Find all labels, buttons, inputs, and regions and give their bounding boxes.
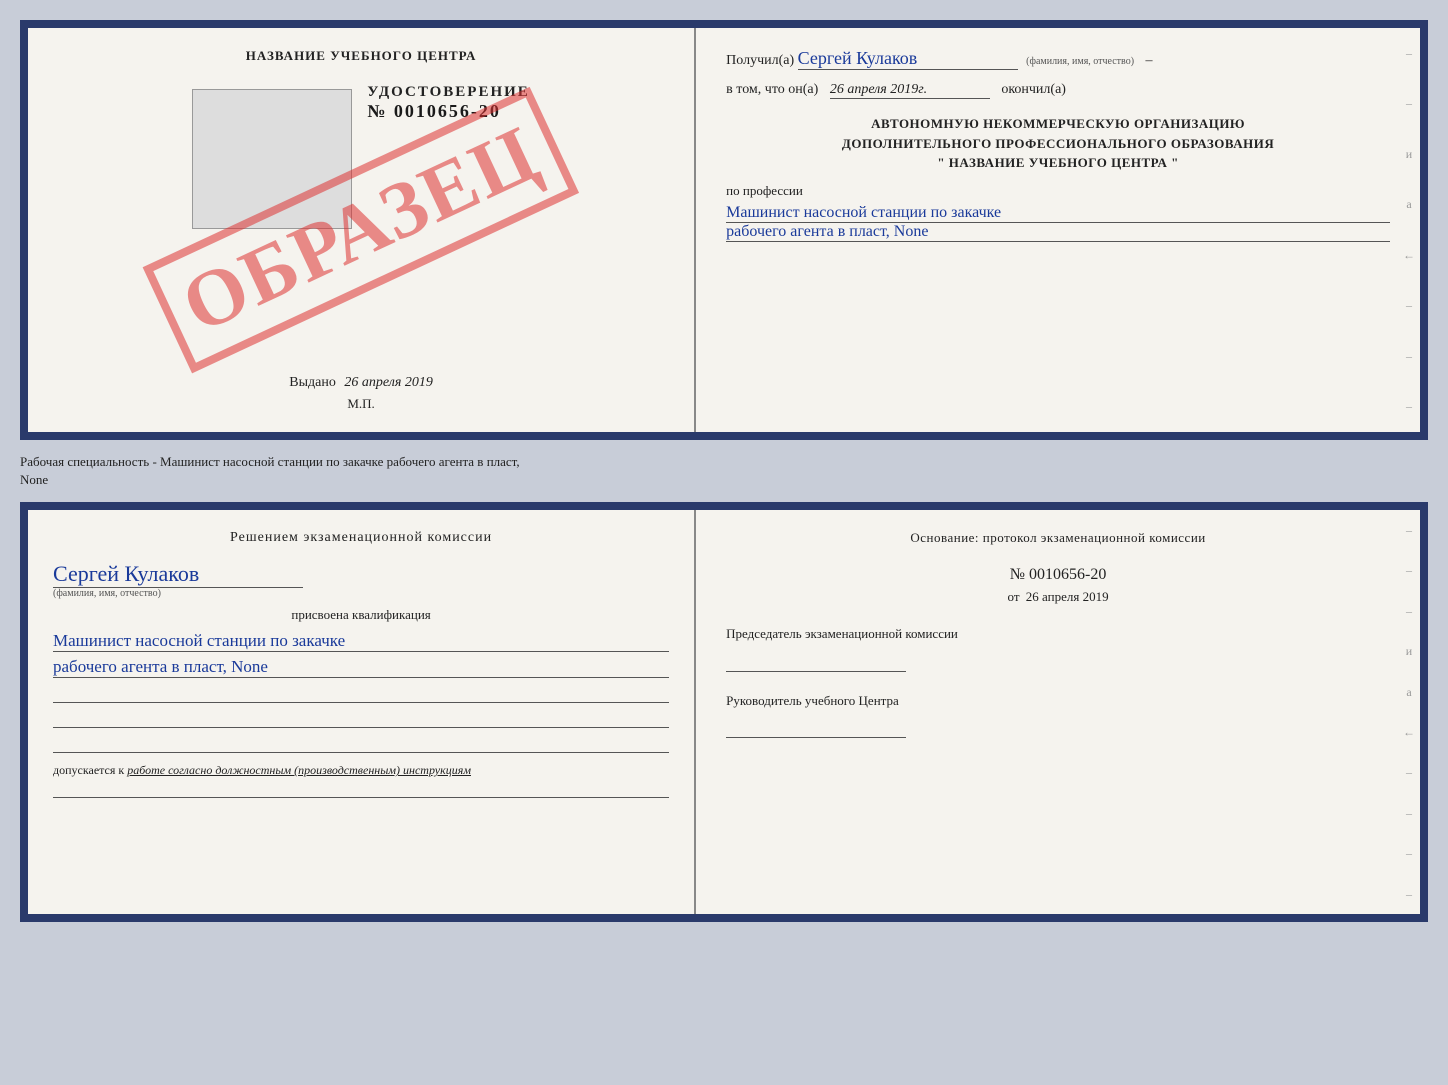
cert-text-block: УДОСТОВЕРЕНИЕ № 0010656-20 [367, 84, 530, 122]
left-middle: УДОСТОВЕРЕНИЕ № 0010656-20 [192, 84, 530, 234]
right-dashes-bottom: – – – и а ← – – – – [1403, 510, 1415, 914]
date-value: 26 апреля 2019г. [830, 82, 990, 99]
org-line2: ДОПОЛНИТЕЛЬНОГО ПРОФЕССИОНАЛЬНОГО ОБРАЗО… [726, 134, 1390, 154]
protocol-date: от 26 апреля 2019 [726, 589, 1390, 605]
chairman-label: Председатель экзаменационной комиссии [726, 625, 1390, 643]
document-top: НАЗВАНИЕ УЧЕБНОГО ЦЕНТРА УДОСТОВЕРЕНИЕ №… [20, 20, 1428, 440]
director-label: Руководитель учебного Центра [726, 692, 1390, 710]
page-container: НАЗВАНИЕ УЧЕБНОГО ЦЕНТРА УДОСТОВЕРЕНИЕ №… [20, 20, 1428, 922]
description-text2: None [20, 472, 48, 487]
допускается-label: допускается к [53, 763, 124, 777]
protocol-date-prefix: от [1008, 589, 1020, 604]
stamp-area [192, 89, 352, 229]
received-subtitle: (фамилия, имя, отчество) [1026, 56, 1134, 67]
doc-bottom-right: Основание: протокол экзаменационной коми… [696, 510, 1420, 914]
protocol-number: № 0010656-20 [726, 566, 1390, 584]
chairman-block: Председатель экзаменационной комиссии [726, 625, 1390, 671]
допускается-line: допускается к работе согласно должностны… [53, 763, 669, 778]
profession-value-2: рабочего агента в пласт, None [726, 223, 1390, 242]
допускается-value: работе согласно должностным (производств… [127, 763, 471, 777]
document-bottom: Решением экзаменационной комиссии Сергей… [20, 502, 1428, 922]
qual-label: присвоена квалификация [53, 607, 669, 623]
org-block: АВТОНОМНУЮ НЕКОММЕРЧЕСКУЮ ОРГАНИЗАЦИЮ ДО… [726, 114, 1390, 173]
issued-date: 26 апреля 2019 [344, 375, 432, 390]
chairman-line [726, 652, 906, 672]
name-subtitle: (фамилия, имя, отчество) [53, 588, 669, 599]
description-line: Рабочая специальность - Машинист насосно… [20, 448, 1428, 494]
blank-line-2 [53, 708, 669, 728]
description-text1: Рабочая специальность - Машинист насосно… [20, 454, 520, 469]
osnov-title: Основание: протокол экзаменационной коми… [726, 530, 1390, 546]
blank-line-4 [53, 778, 669, 798]
issued-label: Выдано [289, 375, 336, 390]
doc-top-right: Получил(а) Сергей Кулаков (фамилия, имя,… [696, 28, 1420, 432]
cert-title: УДОСТОВЕРЕНИЕ [367, 84, 530, 101]
commission-title: Решением экзаменационной комиссии [53, 530, 669, 546]
issued-line: Выдано 26 апреля 2019 [289, 375, 433, 391]
person-name-block: Сергей Кулаков (фамилия, имя, отчество) [53, 561, 669, 599]
org-line3: " НАЗВАНИЕ УЧЕБНОГО ЦЕНТРА " [726, 153, 1390, 173]
finished-label: окончил(а) [1001, 82, 1066, 97]
profession-value-1: Машинист насосной станции по закачке [726, 204, 1390, 223]
org-name-top: НАЗВАНИЕ УЧЕБНОГО ЦЕНТРА [246, 48, 477, 64]
protocol-date-value: 26 апреля 2019 [1026, 589, 1109, 604]
date-line: в том, что он(а) 26 апреля 2019г. окончи… [726, 82, 1390, 99]
cert-number: № 0010656-20 [367, 101, 530, 122]
qual-value-2: рабочего агента в пласт, None [53, 657, 669, 678]
blank-line-1 [53, 683, 669, 703]
mp-line: М.П. [347, 396, 374, 412]
received-label: Получил(а) [726, 53, 794, 68]
received-name: Сергей Кулаков [798, 48, 1018, 70]
doc-bottom-left: Решением экзаменационной комиссии Сергей… [28, 510, 696, 914]
qual-value-1: Машинист насосной станции по закачке [53, 631, 669, 652]
doc-top-left: НАЗВАНИЕ УЧЕБНОГО ЦЕНТРА УДОСТОВЕРЕНИЕ №… [28, 28, 696, 432]
director-block: Руководитель учебного Центра [726, 692, 1390, 738]
right-dashes: – – и а ← – – – [1403, 28, 1415, 432]
profession-label: по профессии [726, 183, 1390, 199]
person-name-bottom: Сергей Кулаков [53, 561, 303, 588]
received-line: Получил(а) Сергей Кулаков (фамилия, имя,… [726, 48, 1390, 70]
org-line1: АВТОНОМНУЮ НЕКОММЕРЧЕСКУЮ ОРГАНИЗАЦИЮ [726, 114, 1390, 134]
date-label: в том, что он(а) [726, 82, 818, 97]
director-line [726, 718, 906, 738]
blank-line-3 [53, 733, 669, 753]
dash-1: – [1146, 53, 1153, 68]
